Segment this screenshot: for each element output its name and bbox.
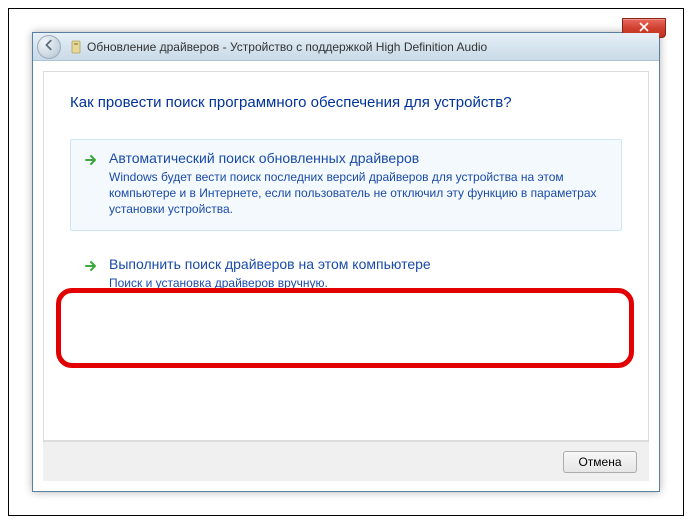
option-body: Автоматический поиск обновленных драйвер… — [109, 150, 609, 218]
content-area: Как провести поиск программного обеспече… — [33, 61, 659, 491]
page-heading: Как провести поиск программного обеспече… — [70, 94, 622, 111]
window-title: Обновление драйверов - Устройство с подд… — [87, 40, 487, 54]
dialog-footer: Отмена — [43, 441, 649, 481]
option-manual-search[interactable]: Выполнить поиск драйверов на этом компью… — [70, 245, 622, 304]
device-icon — [69, 40, 83, 54]
option-auto-title: Автоматический поиск обновленных драйвер… — [109, 150, 609, 166]
option-auto-desc: Windows будет вести поиск последних верс… — [109, 169, 609, 218]
back-button[interactable] — [37, 35, 61, 59]
option-body: Выполнить поиск драйверов на этом компью… — [109, 256, 609, 291]
titlebar: Обновление драйверов - Устройство с подд… — [33, 33, 659, 61]
arrow-right-icon — [83, 258, 99, 274]
option-auto-search[interactable]: Автоматический поиск обновленных драйвер… — [70, 139, 622, 231]
option-manual-desc: Поиск и установка драйверов вручную. — [109, 275, 609, 291]
cancel-button[interactable]: Отмена — [563, 451, 637, 473]
inner-panel: Как провести поиск программного обеспече… — [43, 71, 649, 441]
back-arrow-icon — [42, 38, 56, 55]
arrow-right-icon — [83, 152, 99, 168]
dialog-window: Обновление драйверов - Устройство с подд… — [32, 32, 660, 492]
option-manual-title: Выполнить поиск драйверов на этом компью… — [109, 256, 609, 272]
